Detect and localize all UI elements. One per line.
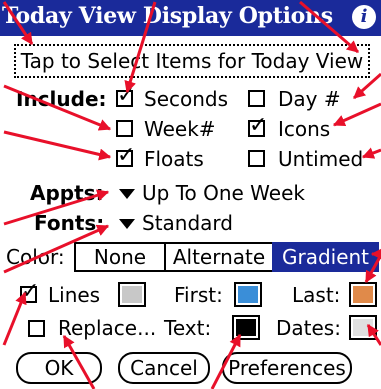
dates-label: Dates: [276, 316, 341, 340]
floats-checkbox[interactable]: ✓ [116, 143, 135, 168]
tap-to-select-button[interactable]: Tap to Select Items for Today View [14, 44, 370, 78]
floats-label[interactable]: Floats [144, 146, 204, 172]
first-label: First: [174, 283, 223, 307]
dialog-title: Today View Display Options [2, 3, 333, 29]
fonts-label: Fonts: [34, 211, 105, 235]
first-color-swatch[interactable] [234, 282, 262, 307]
ok-button[interactable]: OK [16, 352, 102, 384]
color-label: Color: [6, 245, 65, 269]
color-none-button[interactable]: None [74, 242, 166, 272]
dates-color-swatch[interactable] [349, 315, 377, 340]
text-label: Text: [164, 316, 212, 340]
dropdown-triangle-icon[interactable] [119, 219, 135, 229]
include-label: Include: [16, 87, 107, 111]
untimed-label[interactable]: Untimed [278, 146, 363, 172]
title-bar: Today View Display Options i [0, 0, 381, 36]
checkmark-icon: ✓ [249, 113, 268, 138]
annotation-arrow [361, 147, 381, 159]
lines-checkbox[interactable]: ✓ [20, 279, 39, 304]
untimed-checkbox[interactable] [248, 150, 265, 167]
icons-checkbox[interactable]: ✓ [248, 113, 267, 138]
week-number-checkbox[interactable] [116, 120, 133, 137]
last-label: Last: [292, 283, 341, 307]
day-number-label[interactable]: Day # [278, 86, 341, 112]
appts-label: Appts: [30, 181, 104, 205]
cancel-button[interactable]: Cancel [118, 352, 210, 384]
preferences-button[interactable]: Preferences [222, 352, 352, 384]
lines-label[interactable]: Lines [48, 282, 100, 308]
checkmark-icon: ✓ [117, 83, 136, 108]
lines-color-swatch[interactable] [118, 282, 146, 307]
fonts-dropdown[interactable]: Standard [142, 210, 233, 236]
checkmark-icon: ✓ [21, 279, 40, 304]
replace-label[interactable]: Replace... [58, 315, 156, 341]
info-icon[interactable]: i [352, 5, 376, 29]
replace-checkbox[interactable] [28, 320, 45, 337]
seconds-checkbox[interactable]: ✓ [116, 83, 135, 108]
text-color-swatch[interactable] [232, 315, 260, 340]
annotation-arrow [332, 102, 381, 127]
seconds-label[interactable]: Seconds [144, 86, 228, 112]
icons-label[interactable]: Icons [278, 116, 330, 142]
last-color-swatch[interactable] [349, 282, 377, 307]
checkmark-icon: ✓ [117, 143, 136, 168]
appts-dropdown[interactable]: Up To One Week [142, 180, 305, 206]
color-gradient-button[interactable]: Gradient [272, 242, 379, 272]
day-number-checkbox[interactable] [248, 90, 265, 107]
dropdown-triangle-icon[interactable] [119, 189, 135, 199]
week-number-label[interactable]: Week# [144, 116, 216, 142]
annotation-arrow [3, 130, 112, 161]
color-alternate-button[interactable]: Alternate [164, 242, 274, 272]
